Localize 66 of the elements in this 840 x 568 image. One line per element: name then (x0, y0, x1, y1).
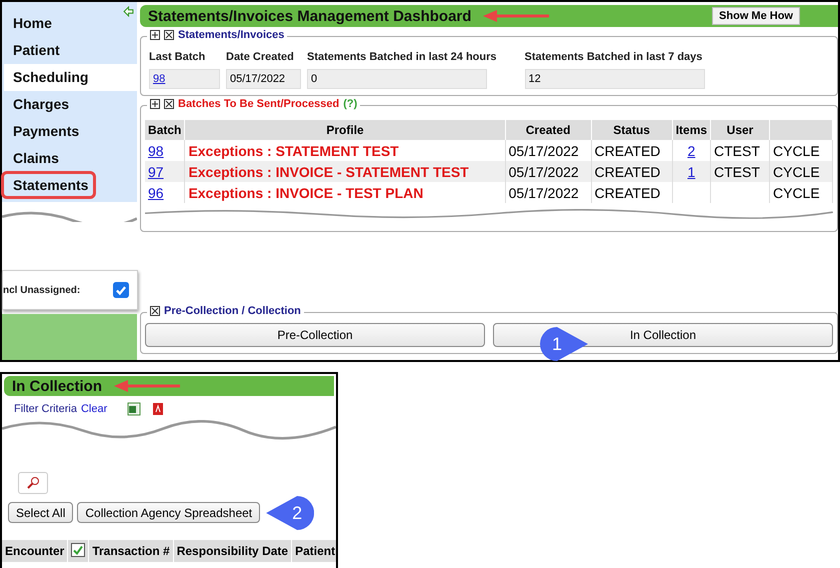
table-cell: CTEST (714, 142, 760, 158)
filter-label: Filter Criteria (14, 403, 77, 415)
table-cell: Exceptions : INVOICE - TEST PLAN (184, 182, 506, 203)
clear-link[interactable]: Clear (80, 403, 108, 415)
nav-item[interactable]: Home (4, 10, 137, 37)
close-icon[interactable] (164, 30, 174, 40)
column-header: Status (591, 120, 672, 140)
nav-item[interactable]: Patient (4, 37, 137, 64)
readonly-field: 12 (524, 69, 704, 89)
nav-item[interactable]: Scheduling (4, 64, 137, 91)
arrow-annotation (481, 9, 552, 23)
nav-item[interactable]: Charges (4, 91, 137, 118)
column-header: User (710, 120, 770, 140)
section-legend: Batches To Be Sent/Processed (178, 98, 340, 110)
checkbox[interactable] (113, 282, 129, 298)
select-all-checkbox[interactable] (71, 543, 86, 557)
column-header: Patient (292, 540, 336, 562)
table-cell: CYCLE (770, 161, 832, 182)
nav-item[interactable]: Claims (4, 145, 137, 172)
column-header: Batch (145, 120, 185, 140)
page-title: In Collection (12, 378, 102, 394)
spreadsheet-icon[interactable] (127, 402, 142, 416)
table-cell: CTEST (714, 164, 760, 180)
items-link[interactable]: 1 (687, 164, 696, 180)
arrow-annotation (112, 379, 182, 393)
close-icon[interactable] (150, 306, 160, 316)
column-header: Items (672, 120, 711, 140)
readonly-field: 05/17/2022 (226, 69, 301, 89)
items-link[interactable]: 2 (687, 142, 696, 158)
section-legend: Statements/Invoices (178, 29, 284, 41)
column-header: Transaction # (88, 540, 174, 562)
field-label: Date Created (226, 51, 295, 63)
readonly-field: 0 (307, 69, 487, 89)
collection-button[interactable]: Pre-Collection (145, 323, 485, 347)
table-cell: Exceptions : INVOICE - STATEMENT TEST (184, 161, 506, 182)
column-header: Responsibility Date (173, 540, 292, 562)
column-header: Encounter (2, 540, 68, 562)
action-button[interactable]: Collection Agency Spreadsheet (77, 502, 260, 523)
column-header: Created (505, 120, 592, 140)
expand-icon[interactable] (150, 30, 160, 40)
collapse-arrow-icon[interactable] (123, 6, 134, 17)
nav-item[interactable]: Statements (4, 174, 93, 196)
show-me-how-button[interactable]: Show Me How (712, 7, 800, 25)
option-label: ncl Unassigned: (3, 284, 80, 296)
table-cell: CREATED (591, 182, 672, 203)
table-cell: CREATED (591, 161, 672, 182)
action-button[interactable]: Select All (8, 502, 74, 523)
nav-item[interactable]: Payments (4, 118, 137, 145)
column-header: Profile (184, 120, 506, 140)
search-button[interactable] (18, 472, 48, 494)
batch-link[interactable]: 98 (153, 73, 166, 85)
field-label: Statements Batched in last 7 days (524, 51, 704, 63)
close-icon[interactable] (164, 99, 174, 109)
search-icon (26, 476, 40, 490)
table-cell: 05/17/2022 (505, 182, 592, 203)
table-cell: 05/17/2022 (505, 161, 592, 182)
batch-link[interactable]: 96 (148, 184, 164, 200)
section-legend: Pre-Collection / Collection (164, 305, 301, 317)
pdf-icon[interactable] (151, 402, 166, 416)
batch-link[interactable]: 98 (148, 142, 164, 158)
page-title: Statements/Invoices Management Dashboard (148, 8, 472, 24)
table-cell: CYCLE (770, 182, 832, 203)
field-label: Last Batch (149, 51, 206, 63)
field-label: Statements Batched in last 24 hours (307, 51, 496, 63)
step-callout: 2 (266, 496, 314, 530)
expand-icon[interactable] (150, 99, 160, 109)
